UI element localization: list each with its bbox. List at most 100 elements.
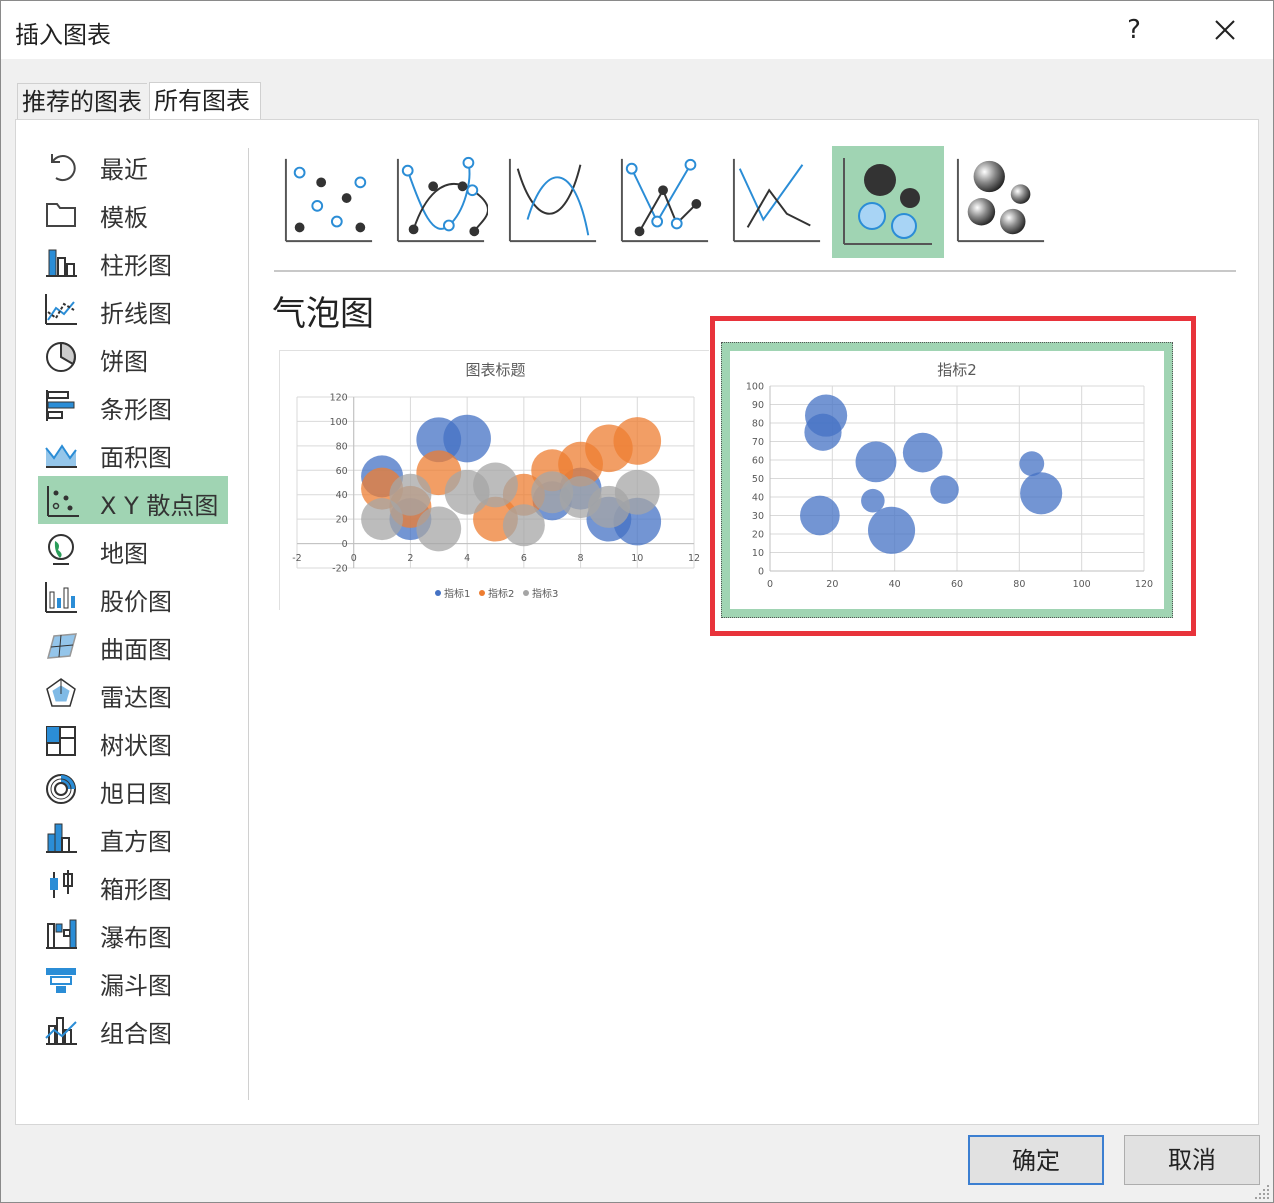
- subtype-scatter[interactable]: [282, 150, 376, 250]
- sidebar-item-funnel-chart[interactable]: 漏斗图: [36, 956, 236, 1004]
- subtype-scatter-smooth-lines[interactable]: [506, 150, 600, 250]
- chart-preview-2[interactable]: 指标2 0 10 20 30 40 50 60 70 80 90 100 0 20 40 60 80 100 120: [721, 342, 1173, 618]
- y-tick-label: 40: [752, 493, 764, 504]
- sidebar-item-label: 组合图: [100, 1020, 172, 1048]
- y-tick-label: 120: [330, 393, 348, 404]
- sidebar-item-folder[interactable]: 模板: [36, 188, 236, 236]
- subtype-bubble[interactable]: [832, 146, 944, 258]
- sidebar-item-waterfall-chart[interactable]: 瀑布图: [36, 908, 236, 956]
- bubble-mark: [614, 469, 660, 515]
- subtype-scatter-straight-lines[interactable]: [730, 150, 824, 250]
- sidebar-item-label: 面积图: [100, 444, 172, 472]
- subtype-scatter-straight-lines-markers[interactable]: [618, 150, 712, 250]
- sidebar-item-combo-chart[interactable]: 组合图: [36, 1004, 236, 1052]
- chart-content-panel: 最近模板柱形图折线图饼图条形图面积图 X Y 散点图地图股价图曲面图雷达图树状图旭…: [15, 119, 1259, 1125]
- sidebar-item-treemap-chart[interactable]: 树状图: [36, 716, 236, 764]
- bubble-chart-preview-1: 图表标题-20020406080100120-2 0 2 4 6 8 10 12指标1 指标2 指…: [292, 361, 700, 600]
- sidebar-item-label: 树状图: [100, 732, 172, 760]
- sidebar-item-box-whisker-chart[interactable]: 箱形图: [36, 860, 236, 908]
- legend-marker: [435, 590, 441, 596]
- x-tick-label: 10: [631, 553, 643, 564]
- sidebar-item-line-chart[interactable]: 折线图: [36, 284, 236, 332]
- sidebar-item-scatter-chart[interactable]: X Y 散点图: [38, 476, 228, 524]
- sidebar-item-pie-chart[interactable]: 饼图: [36, 332, 236, 380]
- y-tick-label: 70: [752, 437, 764, 448]
- sidebar-item-label: 地图: [100, 540, 148, 568]
- bar-chart-icon: [46, 390, 75, 421]
- sidebar-divider: [248, 148, 249, 1100]
- subtype-scatter-smooth-lines-markers[interactable]: [394, 150, 489, 250]
- ok-button[interactable]: 确定: [968, 1135, 1104, 1185]
- bubble-mark: [930, 475, 959, 504]
- sidebar-item-label: 折线图: [100, 300, 172, 328]
- y-tick-label: 90: [752, 400, 764, 411]
- sidebar-item-surface-chart[interactable]: 曲面图: [36, 620, 236, 668]
- box-whisker-chart-icon: [50, 870, 73, 898]
- sidebar-item-label: 条形图: [100, 396, 172, 424]
- x-tick-label: 40: [889, 579, 901, 590]
- sidebar-item-label: 雷达图: [100, 684, 172, 712]
- y-tick-label: 20: [752, 530, 764, 541]
- x-tick-label: 12: [688, 553, 700, 564]
- bubble-mark: [502, 504, 545, 547]
- close-button[interactable]: [1197, 7, 1253, 53]
- waterfall-chart-icon: [46, 919, 77, 949]
- tab-recommended-charts[interactable]: 推荐的图表: [17, 83, 147, 119]
- sidebar-item-label: 漏斗图: [100, 972, 172, 1000]
- subtype-title: 气泡图: [272, 294, 374, 334]
- sidebar-item-label: 模板: [100, 204, 148, 232]
- sidebar-item-label: 旭日图: [100, 780, 172, 808]
- sidebar-item-label: 柱形图: [100, 252, 172, 280]
- sidebar-item-sunburst-chart[interactable]: 旭日图: [36, 764, 236, 812]
- sidebar-item-stock-chart[interactable]: 股价图: [36, 572, 236, 620]
- recent-icon: [51, 154, 76, 181]
- chart-preview-2-canvas: 指标2 0 10 20 30 40 50 60 70 80 90 100 0 20 40 60 80 100 120: [730, 351, 1164, 609]
- area-chart-icon: [45, 444, 77, 468]
- funnel-chart-icon: [46, 968, 76, 993]
- bubble-mark: [855, 441, 897, 483]
- sidebar-item-radar-chart[interactable]: 雷达图: [36, 668, 236, 716]
- 3d-bubble-icon: [956, 158, 1045, 243]
- y-tick-label: 100: [330, 417, 348, 428]
- bubble-mark: [902, 432, 943, 473]
- sidebar-item-map-chart[interactable]: 地图: [36, 524, 236, 572]
- line-chart-icon: [45, 294, 77, 325]
- treemap-chart-icon: [46, 726, 76, 756]
- sidebar-item-histogram-chart[interactable]: 直方图: [36, 812, 236, 860]
- help-button[interactable]: ?: [1109, 7, 1159, 53]
- scatter-chart-icon: [47, 486, 79, 517]
- x-tick-label: 0: [767, 579, 773, 590]
- bubble-mark: [473, 462, 518, 508]
- sidebar-item-label: 瀑布图: [100, 924, 172, 952]
- sidebar-item-label: 最近: [100, 156, 148, 184]
- scatter-straight-lines-icon: [732, 158, 821, 243]
- sidebar-item-bar-chart[interactable]: 条形图: [36, 380, 236, 428]
- x-tick-label: 6: [521, 553, 527, 564]
- sidebar-item-area-chart[interactable]: 面积图: [36, 428, 236, 476]
- bubble-mark: [861, 488, 885, 513]
- bubble-mark: [613, 417, 662, 465]
- title-bar: 插入图表 ?: [1, 1, 1273, 59]
- resize-grip-icon[interactable]: [1253, 1183, 1271, 1201]
- y-tick-label: 30: [752, 511, 764, 522]
- sidebar-item-recent[interactable]: 最近: [36, 140, 236, 188]
- y-tick-label: 10: [752, 548, 764, 559]
- cancel-button[interactable]: 取消: [1124, 1135, 1260, 1185]
- sidebar-item-label: 股价图: [100, 588, 172, 616]
- sidebar-item-column-chart[interactable]: 柱形图: [36, 236, 236, 284]
- chart-preview-1[interactable]: 图表标题 -20 0 20 40 60 80 100 120 -2 0 2 4 6 8 10 12 指标1 指标2 指…: [279, 350, 709, 610]
- x-tick-label: 0: [351, 553, 357, 564]
- tab-all-charts[interactable]: 所有图表: [149, 82, 261, 120]
- y-tick-label: 50: [752, 474, 764, 485]
- y-tick-label: -20: [332, 564, 348, 575]
- x-tick-label: 80: [1013, 579, 1025, 590]
- surface-chart-icon: [46, 633, 78, 659]
- y-tick-label: 60: [336, 466, 348, 477]
- subtype-3d-bubble[interactable]: [954, 150, 1048, 250]
- y-tick-label: 0: [758, 567, 764, 578]
- x-tick-label: 2: [407, 553, 413, 564]
- folder-icon: [46, 203, 76, 227]
- y-tick-label: 100: [746, 382, 764, 393]
- legend-label: 指标3: [532, 587, 558, 600]
- scatter-icon: [284, 158, 373, 243]
